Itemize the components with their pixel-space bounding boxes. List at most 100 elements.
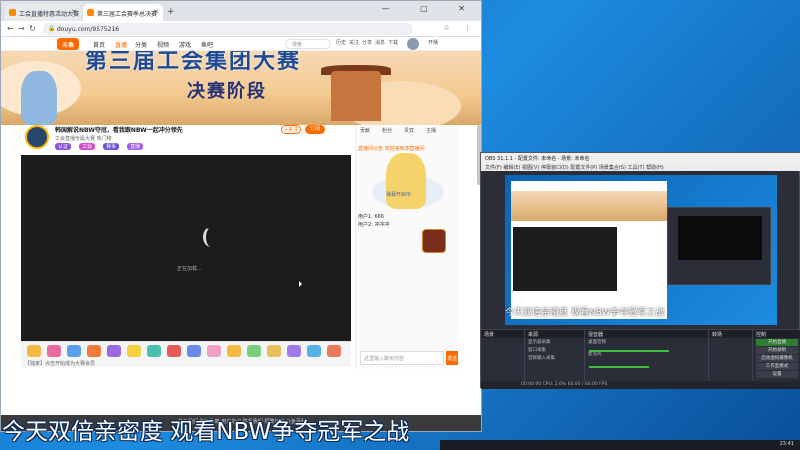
gift-icon[interactable]	[67, 345, 81, 357]
gift-icon[interactable]	[87, 345, 101, 357]
badge: 赛事	[103, 143, 120, 150]
gift-icon[interactable]	[167, 345, 181, 357]
site-logo[interactable]: 斗鱼	[57, 38, 79, 50]
new-tab-button[interactable]: +	[167, 7, 175, 17]
studio-mode-button[interactable]: 工作室模式	[756, 363, 798, 370]
tab-close-icon[interactable]: ✕	[153, 8, 159, 16]
header-broadcast-icon[interactable]: 开播	[425, 39, 441, 46]
gift-icon[interactable]	[27, 345, 41, 357]
chat-notice: 直播间公告 欢迎来到本直播间	[358, 146, 425, 152]
obs-preview[interactable]	[505, 175, 777, 325]
nav-category[interactable]: 分类	[135, 40, 147, 49]
nav-video[interactable]: 视频	[157, 40, 169, 49]
gift-icon[interactable]	[287, 345, 301, 357]
gift-icon[interactable]	[207, 345, 221, 357]
obs-menu-item[interactable]: 编辑(E)	[503, 165, 520, 171]
start-streaming-button[interactable]: 开始直播	[756, 339, 798, 346]
loading-text: 正在加载...	[177, 266, 202, 272]
chat-message: 用户1: 666	[358, 214, 384, 220]
stream-meta: 工会直播专属大赛 热门榜	[55, 136, 112, 142]
gift-icon[interactable]	[227, 345, 241, 357]
obs-docks: 场景 来源 显示器采集 窗口采集 音频输入采集 混音器 桌面音频 麦克风 转场 …	[481, 329, 800, 390]
scenes-dock-title: 场景	[481, 330, 524, 338]
user-avatar[interactable]	[407, 38, 419, 50]
source-item[interactable]: 显示器采集	[525, 338, 584, 346]
obs-window: OBS 31.1.1 - 配置文件: 未命名 - 场景: 未命名 文件(F) 编…	[480, 152, 800, 390]
browser-toolbar-icons[interactable]: ☆ ⋮	[443, 24, 477, 32]
search-input[interactable]: 搜索	[285, 39, 331, 49]
gift-icon[interactable]	[47, 345, 61, 357]
tab-favicon-icon	[9, 9, 16, 16]
obs-menu-item[interactable]: 停靠窗口(D)	[541, 165, 569, 171]
chat-panel: 贡献 粉丝 贵宾 主播 直播间公告 欢迎来到本直播间 弹幕开启中 用户1: 66…	[355, 125, 459, 369]
obs-menu-bar: 文件(F) 编辑(E) 视图(V) 停靠窗口(D) 配置文件(P) 场景集合(S…	[481, 163, 800, 171]
forward-arrow-icon[interactable]: →	[18, 24, 25, 33]
transitions-dock-title: 转场	[709, 330, 752, 338]
game-icon[interactable]	[422, 229, 446, 253]
obs-menu-item[interactable]: 视图(V)	[522, 165, 539, 171]
nav-home[interactable]: 首页	[93, 40, 105, 49]
gift-icon[interactable]	[127, 345, 141, 357]
source-item[interactable]: 窗口采集	[525, 346, 584, 354]
header-follow-icon[interactable]: 关注	[348, 39, 360, 46]
browser-window: 工会直播特惠活动大赛 ✕ 第三届工会赛季总决赛 ✕ + — ▢ ✕ ← → ↻ …	[0, 0, 482, 432]
preview-browser	[511, 181, 667, 319]
chat-tab[interactable]: 贵宾	[404, 127, 414, 134]
header-message-icon[interactable]: 消息	[374, 39, 386, 46]
chat-tab[interactable]: 贡献	[360, 127, 370, 134]
back-arrow-icon[interactable]: ←	[7, 24, 14, 33]
controls-dock-title: 控制	[753, 330, 800, 338]
nav-yuba[interactable]: 鱼吧	[201, 40, 213, 49]
start-recording-button[interactable]: 开始录制	[756, 347, 798, 354]
virtual-camera-button[interactable]: 启动虚拟摄像机	[756, 355, 798, 362]
gift-bar-label[interactable]: 【独家】点击开始成为大赛会员	[25, 360, 95, 367]
header-download-icon[interactable]: 下载	[387, 39, 399, 46]
obs-menu-item[interactable]: 文件(F)	[485, 165, 502, 171]
taskbar-clock[interactable]: 23:41	[780, 441, 794, 447]
chat-message: 用户2: 冲冲冲	[358, 222, 390, 228]
header-share-icon[interactable]: 分享	[361, 39, 373, 46]
tab-2-label: 第三届工会赛季总决赛	[97, 11, 158, 18]
streamer-avatar[interactable]	[25, 125, 49, 149]
gift-icon[interactable]	[307, 345, 321, 357]
obs-menu-item[interactable]: 帮助(H)	[646, 165, 664, 171]
reload-icon[interactable]: ↻	[29, 24, 36, 33]
chat-tab[interactable]: 主播	[426, 127, 436, 134]
follow-button[interactable]: +关注	[281, 125, 301, 134]
chat-input[interactable]: 这里输入聊天内容	[360, 351, 444, 365]
obs-menu-item[interactable]: 工具(T)	[628, 165, 645, 171]
obs-menu-item[interactable]: 场景集合(S)	[599, 165, 626, 171]
header-history-icon[interactable]: 历史	[335, 39, 347, 46]
audio-meter	[589, 350, 669, 352]
lock-icon: 🔒	[48, 25, 56, 32]
gift-icon[interactable]	[327, 345, 341, 357]
source-item[interactable]: 音频输入采集	[525, 354, 584, 362]
stream-title: 韩国解说NBW夺冠，看我跟NBW一起冲分领先	[55, 127, 183, 134]
subscribe-button[interactable]: 订阅	[305, 125, 325, 134]
gift-bar: 【独家】点击开始成为大赛会员	[21, 341, 351, 367]
banner-character	[21, 71, 57, 125]
tab-close-icon[interactable]: ✕	[71, 8, 77, 16]
send-button[interactable]: 发送	[446, 351, 458, 365]
gift-icon[interactable]	[147, 345, 161, 357]
nav-live[interactable]: 直播	[115, 40, 127, 49]
gift-icon[interactable]	[267, 345, 281, 357]
tab-1-label: 工会直播特惠活动大赛	[19, 11, 80, 18]
chat-tab[interactable]: 粉丝	[382, 127, 392, 134]
url-input[interactable]: 🔒 douyu.com/9575216	[43, 23, 413, 35]
banner-subtitle: 决赛阶段	[187, 81, 267, 102]
chat-tabs: 贡献 粉丝 贵宾 主播	[356, 127, 460, 147]
streamer-info: 韩国解说NBW夺冠，看我跟NBW一起冲分领先 工会直播专属大赛 热门榜 认证 工…	[21, 125, 351, 153]
address-bar: ← → ↻ 🔒 douyu.com/9575216 ☆ ⋮	[1, 21, 481, 37]
settings-button[interactable]: 设置	[756, 371, 798, 378]
obs-menu-item[interactable]: 配置文件(P)	[570, 165, 597, 171]
sources-dock-title: 来源	[525, 330, 584, 338]
nav-game[interactable]: 游戏	[179, 40, 191, 49]
gift-icon[interactable]	[107, 345, 121, 357]
gift-icon[interactable]	[247, 345, 261, 357]
video-player[interactable]: 正在加载...	[21, 155, 351, 341]
tab-2[interactable]: 第三届工会赛季总决赛 ✕	[83, 4, 163, 21]
gift-icon[interactable]	[187, 345, 201, 357]
tab-1[interactable]: 工会直播特惠活动大赛 ✕	[5, 4, 81, 21]
window-controls[interactable]: — ▢ ✕	[382, 4, 479, 13]
